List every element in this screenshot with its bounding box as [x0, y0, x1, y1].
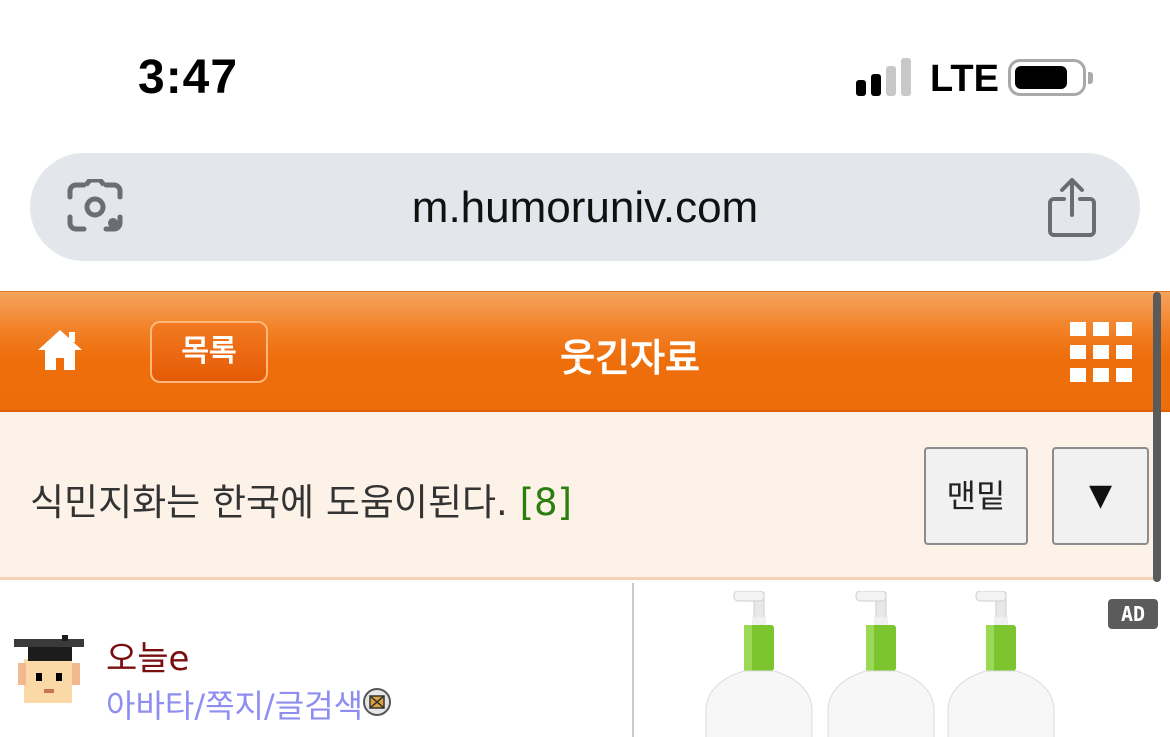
network-type: LTE — [930, 58, 999, 100]
product-bottle-image — [705, 591, 813, 737]
graduate-avatar-icon[interactable] — [14, 633, 84, 711]
author-links[interactable]: 아바타/쪽지/글검색 — [106, 681, 363, 727]
scrollbar[interactable] — [1153, 292, 1161, 582]
ad-badge[interactable]: AD — [1108, 599, 1158, 629]
share-icon[interactable] — [1046, 177, 1098, 237]
product-bottle-image — [827, 591, 935, 737]
status-bar: 3:47 LTE — [0, 0, 1170, 150]
post-title-text[interactable]: 식민지화는 한국에 도움이된다. — [30, 481, 508, 524]
author-name[interactable]: 오늘e — [106, 631, 189, 680]
message-icon[interactable] — [362, 687, 392, 717]
address-bar[interactable]: m.humoruniv.com — [30, 153, 1140, 261]
post-title-bar: 식민지화는 한국에 도움이된다. [8] 맨밑 ▼ — [0, 412, 1158, 580]
url-text[interactable]: m.humoruniv.com — [30, 183, 1140, 233]
scroll-bottom-button[interactable]: 맨밑 — [924, 447, 1028, 545]
grid-menu-icon[interactable] — [1070, 322, 1132, 382]
author-panel: 오늘e 아바타/쪽지/글검색 — [0, 583, 634, 737]
status-time: 3:47 — [138, 51, 239, 104]
board-title: 웃긴자료 — [560, 336, 700, 380]
site-header: 목록 웃긴자료 — [0, 291, 1170, 412]
scroll-down-button[interactable]: ▼ — [1052, 447, 1149, 545]
battery-icon — [1008, 59, 1093, 96]
product-bottle-image — [947, 591, 1055, 737]
comment-count[interactable]: [8] — [520, 481, 572, 524]
post-title: 식민지화는 한국에 도움이된다. [8] — [30, 472, 572, 526]
ad-panel[interactable]: AD — [636, 583, 1170, 737]
signal-strength-icon — [856, 58, 914, 96]
